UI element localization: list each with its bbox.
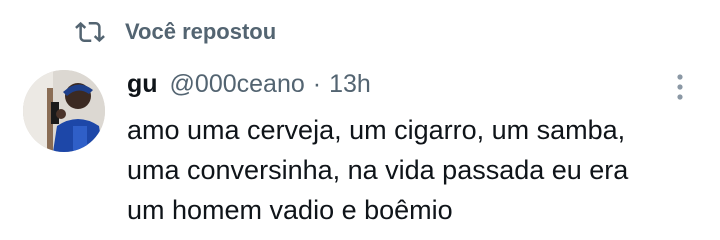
- tweet-time[interactable]: 13h: [329, 64, 371, 104]
- more-vertical-icon: [677, 74, 683, 100]
- author-handle[interactable]: @000ceano: [170, 64, 305, 104]
- tweet[interactable]: gu @000ceano · 13h amo uma cerveja, um c…: [127, 64, 687, 230]
- tweet-text-line: amo uma cerveja, um cigarro, um samba,: [127, 115, 626, 145]
- tweet-text-line: um homem vadio e boêmio: [127, 195, 453, 225]
- tweet-header: gu @000ceano · 13h: [127, 64, 687, 104]
- avatar-photo: [23, 70, 105, 152]
- more-options-button[interactable]: [668, 70, 692, 104]
- tweet-text-line: uma conversinha, na vida passada eu era: [127, 155, 629, 185]
- author-name[interactable]: gu: [127, 64, 158, 104]
- repost-icon: [75, 21, 105, 43]
- avatar[interactable]: [23, 70, 105, 152]
- repost-indicator[interactable]: Você repostou: [75, 14, 276, 50]
- meta-separator: ·: [312, 70, 322, 98]
- repost-label: Você repostou: [125, 19, 277, 44]
- tweet-text: amo uma cerveja, um cigarro, um samba, u…: [127, 110, 687, 230]
